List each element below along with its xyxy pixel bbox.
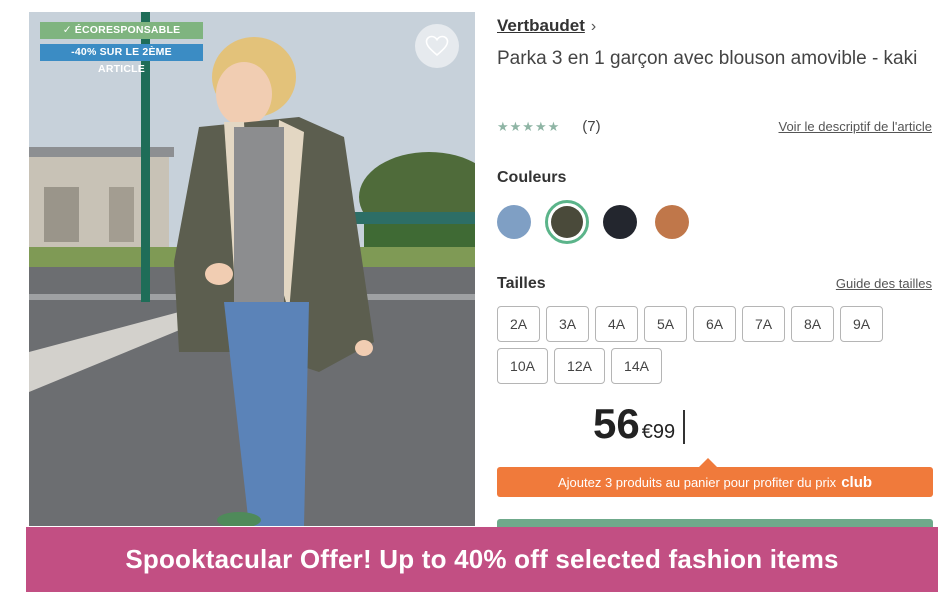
size-guide-link[interactable]: Guide des tailles: [836, 276, 932, 291]
club-banner-text: Ajoutez 3 produits au panier pour profit…: [557, 474, 837, 490]
club-banner-pointer: [699, 458, 717, 467]
add-to-wishlist-button[interactable]: [415, 24, 459, 68]
size-option-4a[interactable]: 4A: [595, 306, 638, 342]
promo-offer-banner: Spooktacular Offer! Up to 40% off select…: [26, 527, 938, 592]
club-price-banner: Ajoutez 3 produits au panier pour profit…: [497, 467, 933, 497]
product-price: 56 €99: [593, 400, 686, 448]
size-option-12a[interactable]: 12A: [554, 348, 605, 384]
text-cursor: [683, 410, 686, 444]
product-title: Parka 3 en 1 garçon avec blouson amovibl…: [497, 48, 918, 69]
price-decimal: €99: [641, 421, 676, 443]
color-swatch-bleu[interactable]: [497, 205, 531, 239]
product-description-link[interactable]: Voir le descriptif de l'article: [779, 119, 933, 134]
heart-outline-icon: [425, 35, 449, 57]
chevron-right-icon: ›: [590, 18, 597, 35]
product-rating[interactable]: ★★★★★ (7): [497, 118, 601, 135]
size-option-3a[interactable]: 3A: [546, 306, 589, 342]
product-photo-illustration: [29, 12, 475, 526]
size-option-7a[interactable]: 7A: [742, 306, 785, 342]
price-integer: 56: [593, 400, 640, 447]
star-rating-icon: ★★★★★: [497, 118, 561, 134]
eco-responsible-badge: ✓ ÉCORESPONSABLE: [40, 22, 203, 39]
size-option-14a[interactable]: 14A: [611, 348, 662, 384]
colors-label: Couleurs: [497, 169, 567, 186]
color-swatches: [497, 200, 707, 244]
club-highlight: club: [841, 473, 873, 491]
size-option-5a[interactable]: 5A: [644, 306, 687, 342]
color-swatch-camel[interactable]: [655, 205, 689, 239]
product-image[interactable]: ✓ ÉCORESPONSABLE -40% SUR LE 2ÈME ARTICL…: [29, 12, 475, 526]
size-option-9a[interactable]: 9A: [840, 306, 883, 342]
review-count[interactable]: (7): [582, 118, 600, 135]
size-options: 2A 3A 4A 5A 6A 7A 8A 9A 10A 12A 14A: [497, 306, 897, 390]
size-option-2a[interactable]: 2A: [497, 306, 540, 342]
size-option-6a[interactable]: 6A: [693, 306, 736, 342]
size-option-8a[interactable]: 8A: [791, 306, 834, 342]
promo-badge: -40% SUR LE 2ÈME ARTICLE: [40, 44, 203, 75]
color-swatch-kaki[interactable]: [545, 200, 589, 244]
brand-name[interactable]: Vertbaudet: [497, 16, 585, 35]
sizes-label: Tailles: [497, 275, 546, 292]
color-swatch-marine[interactable]: [603, 205, 637, 239]
size-option-10a[interactable]: 10A: [497, 348, 548, 384]
brand-link[interactable]: Vertbaudet ›: [497, 16, 596, 36]
